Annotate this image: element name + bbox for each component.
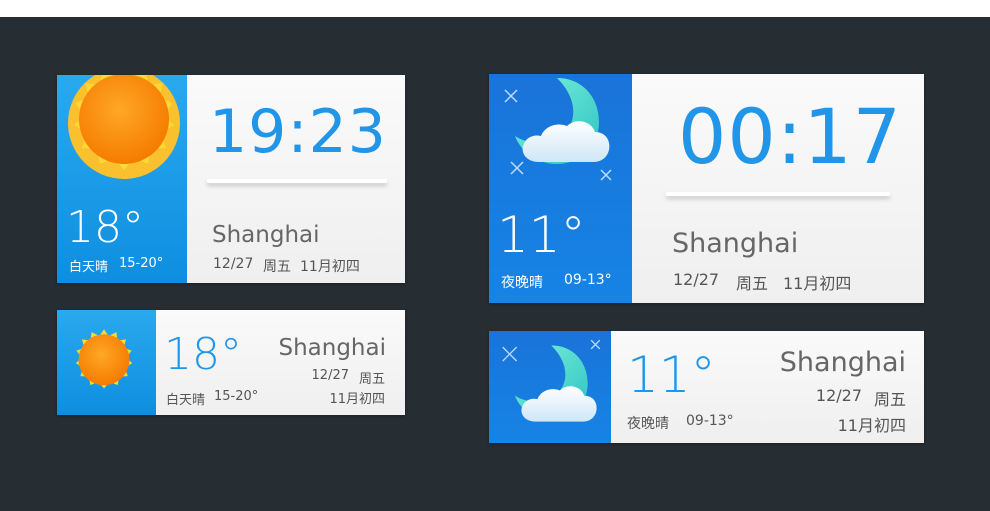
weather-panel	[489, 331, 611, 443]
weekday-label: 周五	[358, 372, 385, 387]
divider-bar	[207, 179, 387, 183]
lunar-date-label: 11月初四	[783, 274, 852, 293]
weather-panel: 11° 夜晚晴 09-13°	[489, 74, 632, 303]
condition-label: 白天晴	[69, 260, 109, 275]
weather-panel: 18° 白天晴 15-20°	[57, 75, 187, 283]
weather-clock-widget-night-large[interactable]: 11° 夜晚晴 09-13° 00:17 Shanghai 12/27 周五 1…	[489, 74, 924, 303]
weekday-label: 周五	[873, 390, 906, 409]
weather-panel	[57, 310, 156, 415]
temperature-range: 15-20°	[119, 256, 164, 271]
clock-panel: 00:17 Shanghai 12/27 周五 11月初四	[632, 74, 924, 303]
temperature-range: 09-13°	[564, 272, 612, 288]
info-panel: 11° 夜晚晴 09-13° Shanghai 12/27 周五 11月初四	[611, 331, 924, 443]
temperature: 18°	[66, 202, 144, 253]
lunar-date-label: 11月初四	[837, 416, 906, 435]
temperature: 11°	[627, 346, 716, 404]
condition-label: 白天晴	[166, 393, 206, 408]
city-name: Shanghai	[672, 228, 799, 259]
date-label: 12/27	[213, 256, 254, 272]
city-name: Shanghai	[212, 222, 320, 248]
weather-clock-widget-day-large[interactable]: 18° 白天晴 15-20° 19:23 Shanghai 12/27 周五 1…	[57, 75, 405, 283]
clock-time: 00:17	[678, 92, 903, 181]
date-label: 12/27	[815, 386, 862, 405]
sun-icon	[68, 75, 180, 179]
moon-cloud-icon	[502, 339, 601, 422]
condition-label: 夜晚晴	[501, 275, 543, 291]
weekday-label: 周五	[736, 274, 769, 293]
clock-time: 19:23	[209, 97, 387, 167]
temperature: 18°	[164, 329, 242, 380]
info-panel: 18° 白天晴 15-20° Shanghai 12/27 周五 11月初四	[156, 310, 405, 415]
temperature-range: 15-20°	[214, 389, 259, 404]
clock-panel: 19:23 Shanghai 12/27 周五 11月初四	[187, 75, 405, 283]
weather-widget-night-small[interactable]: 11° 夜晚晴 09-13° Shanghai 12/27 周五 11月初四	[489, 331, 924, 443]
temperature: 11°	[497, 206, 586, 264]
lunar-date-label: 11月初四	[329, 392, 385, 407]
temperature-range: 09-13°	[686, 413, 734, 429]
condition-label: 夜晚晴	[627, 416, 669, 432]
lunar-date-label: 11月初四	[300, 259, 360, 275]
sun-icon	[75, 329, 133, 389]
city-name: Shanghai	[779, 347, 906, 378]
moon-cloud-icon	[504, 78, 612, 181]
weekday-label: 周五	[263, 259, 291, 275]
divider-bar	[666, 192, 890, 196]
city-name: Shanghai	[278, 335, 386, 361]
weather-widget-day-small[interactable]: 18° 白天晴 15-20° Shanghai 12/27 周五 11月初四	[57, 310, 405, 415]
date-label: 12/27	[673, 270, 720, 289]
date-label: 12/27	[311, 368, 349, 383]
